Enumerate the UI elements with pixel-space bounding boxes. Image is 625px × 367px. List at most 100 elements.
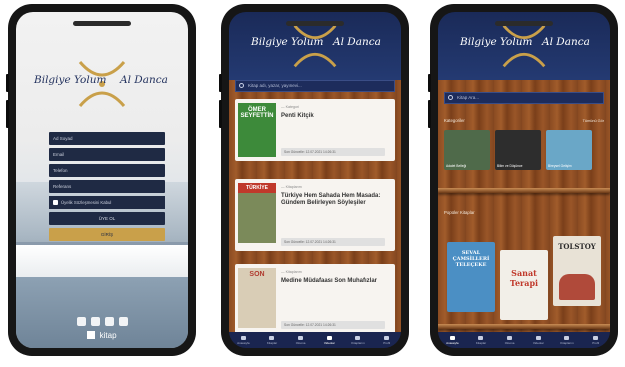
phone-notch	[286, 21, 344, 26]
tab-label: Kitaplarım	[560, 340, 574, 345]
footer-brand-text: kitap	[99, 331, 117, 340]
feed-card[interactable]: SON — Kitaplarım Medine Müdafaası Son Mu…	[235, 264, 395, 334]
app-logo: Bilgiye Yolum Al Danca	[438, 22, 610, 74]
phone-side-button	[6, 74, 9, 92]
category-label: Bilim ve Düşünce	[497, 164, 523, 168]
book-cover-image: TÜRKİYE	[238, 183, 276, 243]
bottom-tab-bar: Anasayfa Kitaplar Okuma Videolar Kitapla…	[438, 332, 610, 348]
logo-text-left: Bilgiye Yolum	[460, 36, 533, 48]
home-icon	[240, 335, 246, 340]
terms-checkbox-row[interactable]: Üyelik Sözleşmesini Kabul	[49, 196, 165, 209]
category-tile[interactable]: Bilim ve Düşünce	[495, 130, 541, 170]
book-cover-image: ÖMER SEYFETTİN	[238, 103, 276, 157]
home-icon	[449, 335, 455, 340]
app-logo: Bilgiye Yolum Al Danca	[229, 22, 401, 74]
search-placeholder: Kitap adı, yazar, yayınevi...	[248, 83, 302, 88]
tab-profile[interactable]: Profil	[377, 335, 397, 345]
search-icon	[448, 95, 453, 100]
reference-field[interactable]: Referans	[49, 180, 165, 193]
tab-label: Anasayfa	[446, 340, 459, 345]
social-icons	[16, 317, 188, 326]
card-category: — Kitaplarım	[281, 185, 302, 189]
category-tile[interactable]: Adalet Belleği	[444, 130, 490, 170]
search-input[interactable]: Kitap adı, yazar, yayınevi...	[235, 80, 395, 92]
phone-library: Bilgiye Yolum Al Danca Kitap Ara... Kate…	[428, 4, 618, 356]
card-meta: Son Güncelle: 12.07.2021 14:26:31	[281, 321, 385, 329]
card-title: Türkiye Hem Sahada Hem Masada: Gündem Be…	[281, 193, 381, 206]
phone-notch	[73, 21, 131, 26]
phone-field[interactable]: Telefon	[49, 164, 165, 177]
tab-home[interactable]: Anasayfa	[442, 335, 462, 345]
phone-feed: Bilgiye Yolum Al Danca Kitap adı, yazar,…	[219, 4, 409, 356]
card-category: — Kategori	[281, 105, 299, 109]
profile-icon	[593, 335, 599, 340]
book-cover-image: SON	[238, 268, 276, 328]
card-title: Medine Müdafaası Son Muhafızlar	[281, 278, 378, 284]
feed-card[interactable]: ÖMER SEYFETTİN — Kategori Penti Kitçik S…	[235, 99, 395, 161]
categories-see-all-link[interactable]: Tümünü Gör	[583, 119, 604, 123]
facebook-icon[interactable]	[76, 317, 86, 326]
checkbox-icon[interactable]	[53, 200, 58, 205]
tab-home[interactable]: Anasayfa	[233, 335, 253, 345]
register-form: Ad Soyad Email Telefon Referans Üyelik S…	[49, 132, 165, 241]
book-title: SEVAL ÇAMSİLLERİ TELEÇEKE	[452, 250, 490, 268]
phone-side-button	[428, 74, 431, 92]
twitter-icon[interactable]	[104, 317, 114, 326]
cover-text: ÖMER SEYFETTİN	[240, 107, 274, 119]
tab-books[interactable]: Kitaplar	[262, 335, 282, 345]
card-meta: Son Güncelle: 12.07.2021 14:26:31	[281, 148, 385, 156]
book-cover[interactable]: TOLSTOY	[553, 236, 601, 306]
brand-square-icon	[87, 331, 96, 339]
category-tile[interactable]: Bireysel Gelişim	[546, 130, 592, 170]
video-icon	[326, 335, 332, 340]
search-input[interactable]: Kitap Ara...	[444, 92, 604, 104]
category-label: Bireysel Gelişim	[548, 164, 572, 168]
tab-my-books[interactable]: Kitaplarım	[348, 335, 368, 345]
tab-label: Profil	[592, 340, 600, 345]
logo-text-right: Al Danca	[120, 74, 168, 86]
logo-text-left: Bilgiye Yolum	[34, 74, 107, 86]
tab-label: Okuma	[295, 340, 306, 345]
cover-text: SON	[249, 271, 265, 278]
register-button[interactable]: ÜYE OL	[49, 212, 165, 225]
tab-reading[interactable]: Okuma	[500, 335, 520, 345]
library-screen: Bilgiye Yolum Al Danca Kitap Ara... Kate…	[438, 12, 610, 348]
logo-text-left: Bilgiye Yolum	[251, 36, 324, 48]
book-icon	[478, 335, 484, 340]
bookmark-icon	[355, 335, 361, 340]
tab-label: Videolar	[532, 340, 544, 345]
tab-videos[interactable]: Videolar	[319, 335, 339, 345]
book-cover[interactable]: Sanat Terapi	[500, 250, 548, 320]
card-title: Penti Kitçik	[281, 113, 314, 119]
book-cover[interactable]: SEVAL ÇAMSİLLERİ TELEÇEKE	[447, 242, 495, 312]
card-meta: Son Güncelle: 12.07.2021 14:26:31	[281, 238, 385, 246]
logo-text-right: Al Danca	[542, 36, 590, 48]
tab-books[interactable]: Kitaplar	[471, 335, 491, 345]
reading-icon	[507, 335, 513, 340]
profile-icon	[384, 335, 390, 340]
feed-card[interactable]: TÜRKİYE — Kitaplarım Türkiye Hem Sahada …	[235, 179, 395, 251]
categories-title: Kategoriler	[444, 118, 465, 123]
reading-icon	[298, 335, 304, 340]
tab-label: Kitaplarım	[351, 340, 365, 345]
app-logo: Bilgiye Yolum Al Danca	[16, 58, 188, 110]
phone-login: Bilgiye Yolum Al Danca Ad Soyad Email Te…	[6, 4, 196, 356]
book-title: TOLSTOY	[558, 242, 596, 251]
footer-brand: kitap	[16, 331, 188, 340]
logo-text-right: Al Danca	[333, 36, 381, 48]
instagram-icon[interactable]	[90, 317, 100, 326]
email-field[interactable]: Email	[49, 148, 165, 161]
name-field[interactable]: Ad Soyad	[49, 132, 165, 145]
shelf-divider	[438, 324, 610, 329]
login-button[interactable]: GİRİŞ	[49, 228, 165, 241]
phone-side-button	[6, 100, 9, 128]
tab-label: Videolar	[323, 340, 335, 345]
video-icon	[535, 335, 541, 340]
tab-reading[interactable]: Okuma	[291, 335, 311, 345]
tab-my-books[interactable]: Kitaplarım	[557, 335, 577, 345]
bottom-tab-bar: Anasayfa Kitaplar Okuma Videolar Kitapla…	[229, 332, 401, 348]
phone-side-button	[428, 100, 431, 128]
youtube-icon[interactable]	[118, 317, 128, 326]
tab-profile[interactable]: Profil	[586, 335, 606, 345]
tab-videos[interactable]: Videolar	[528, 335, 548, 345]
